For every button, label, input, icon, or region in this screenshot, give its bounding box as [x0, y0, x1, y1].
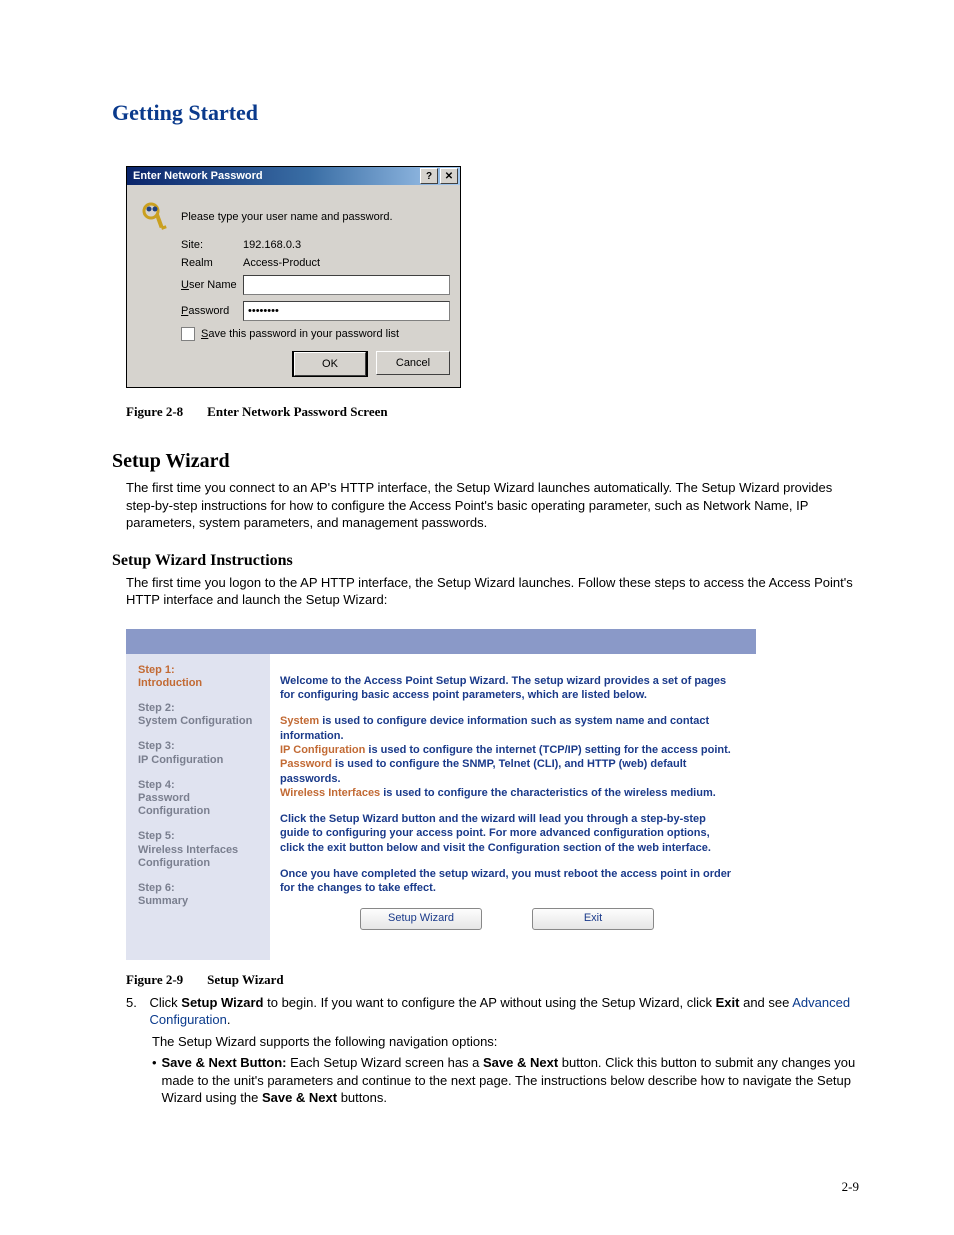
figure-2-8-caption: Figure 2-8Enter Network Password Screen: [126, 404, 859, 420]
setup-wizard-button[interactable]: Setup Wizard: [360, 908, 482, 930]
wizard-step-1[interactable]: Step 1:Introduction: [138, 664, 258, 690]
wizard-step-5[interactable]: Step 5:Wireless Interfaces Configuration: [138, 830, 258, 870]
close-icon[interactable]: ✕: [440, 168, 458, 184]
save-next-bullet: • Save & Next Button: Each Setup Wizard …: [152, 1054, 859, 1107]
wizard-step-3[interactable]: Step 3:IP Configuration: [138, 740, 258, 766]
username-input[interactable]: [243, 275, 450, 295]
dialog-title-text: Enter Network Password: [133, 170, 263, 182]
step-5: 5. Click Setup Wizard to begin. If you w…: [126, 994, 859, 1029]
wizard-reboot-note: Once you have completed the setup wizard…: [280, 867, 734, 896]
wizard-welcome: Welcome to the Access Point Setup Wizard…: [280, 674, 734, 703]
save-password-label: Save this password in your password list: [201, 328, 399, 340]
figure-2-9-caption: Figure 2-9Setup Wizard: [126, 972, 859, 988]
wizard-step-6[interactable]: Step 6:Summary: [138, 882, 258, 908]
password-dialog: Enter Network Password ? ✕ Please type y…: [126, 166, 461, 388]
dialog-prompt: Please type your user name and password.: [181, 211, 393, 223]
cancel-button[interactable]: Cancel: [376, 351, 450, 375]
password-input[interactable]: [243, 301, 450, 321]
page-number: 2-9: [842, 1179, 859, 1195]
setup-wizard-heading: Setup Wizard: [112, 450, 859, 473]
wizard-step-4[interactable]: Step 4:Password Configuration: [138, 779, 258, 819]
save-password-checkbox[interactable]: [181, 327, 195, 341]
wizard-step-2[interactable]: Step 2:System Configuration: [138, 702, 258, 728]
ok-button[interactable]: OK: [292, 351, 368, 377]
exit-button[interactable]: Exit: [532, 908, 654, 930]
key-icon: [141, 201, 173, 233]
wizard-content: Welcome to the Access Point Setup Wizard…: [270, 654, 756, 960]
realm-value: Access-Product: [243, 257, 320, 269]
password-label: Password: [181, 305, 243, 317]
site-value: 192.168.0.3: [243, 239, 301, 251]
dialog-titlebar: Enter Network Password ? ✕: [127, 167, 460, 185]
wizard-definitions: System is used to configure device infor…: [280, 714, 734, 800]
wizard-banner: [126, 629, 756, 654]
nav-options-intro: The Setup Wizard supports the following …: [152, 1033, 859, 1051]
help-icon[interactable]: ?: [420, 168, 438, 184]
setup-wizard-screenshot: Step 1:Introduction Step 2:System Config…: [126, 629, 756, 960]
wizard-guide: Click the Setup Wizard button and the wi…: [280, 812, 734, 855]
setup-wizard-instructions-intro: The first time you logon to the AP HTTP …: [126, 574, 859, 609]
setup-wizard-instructions-heading: Setup Wizard Instructions: [112, 552, 859, 570]
username-label: User Name: [181, 279, 243, 291]
setup-wizard-intro: The first time you connect to an AP's HT…: [126, 479, 859, 532]
site-label: Site:: [181, 239, 243, 251]
page-title: Getting Started: [112, 100, 859, 126]
wizard-sidebar: Step 1:Introduction Step 2:System Config…: [126, 654, 270, 960]
realm-label: Realm: [181, 257, 243, 269]
